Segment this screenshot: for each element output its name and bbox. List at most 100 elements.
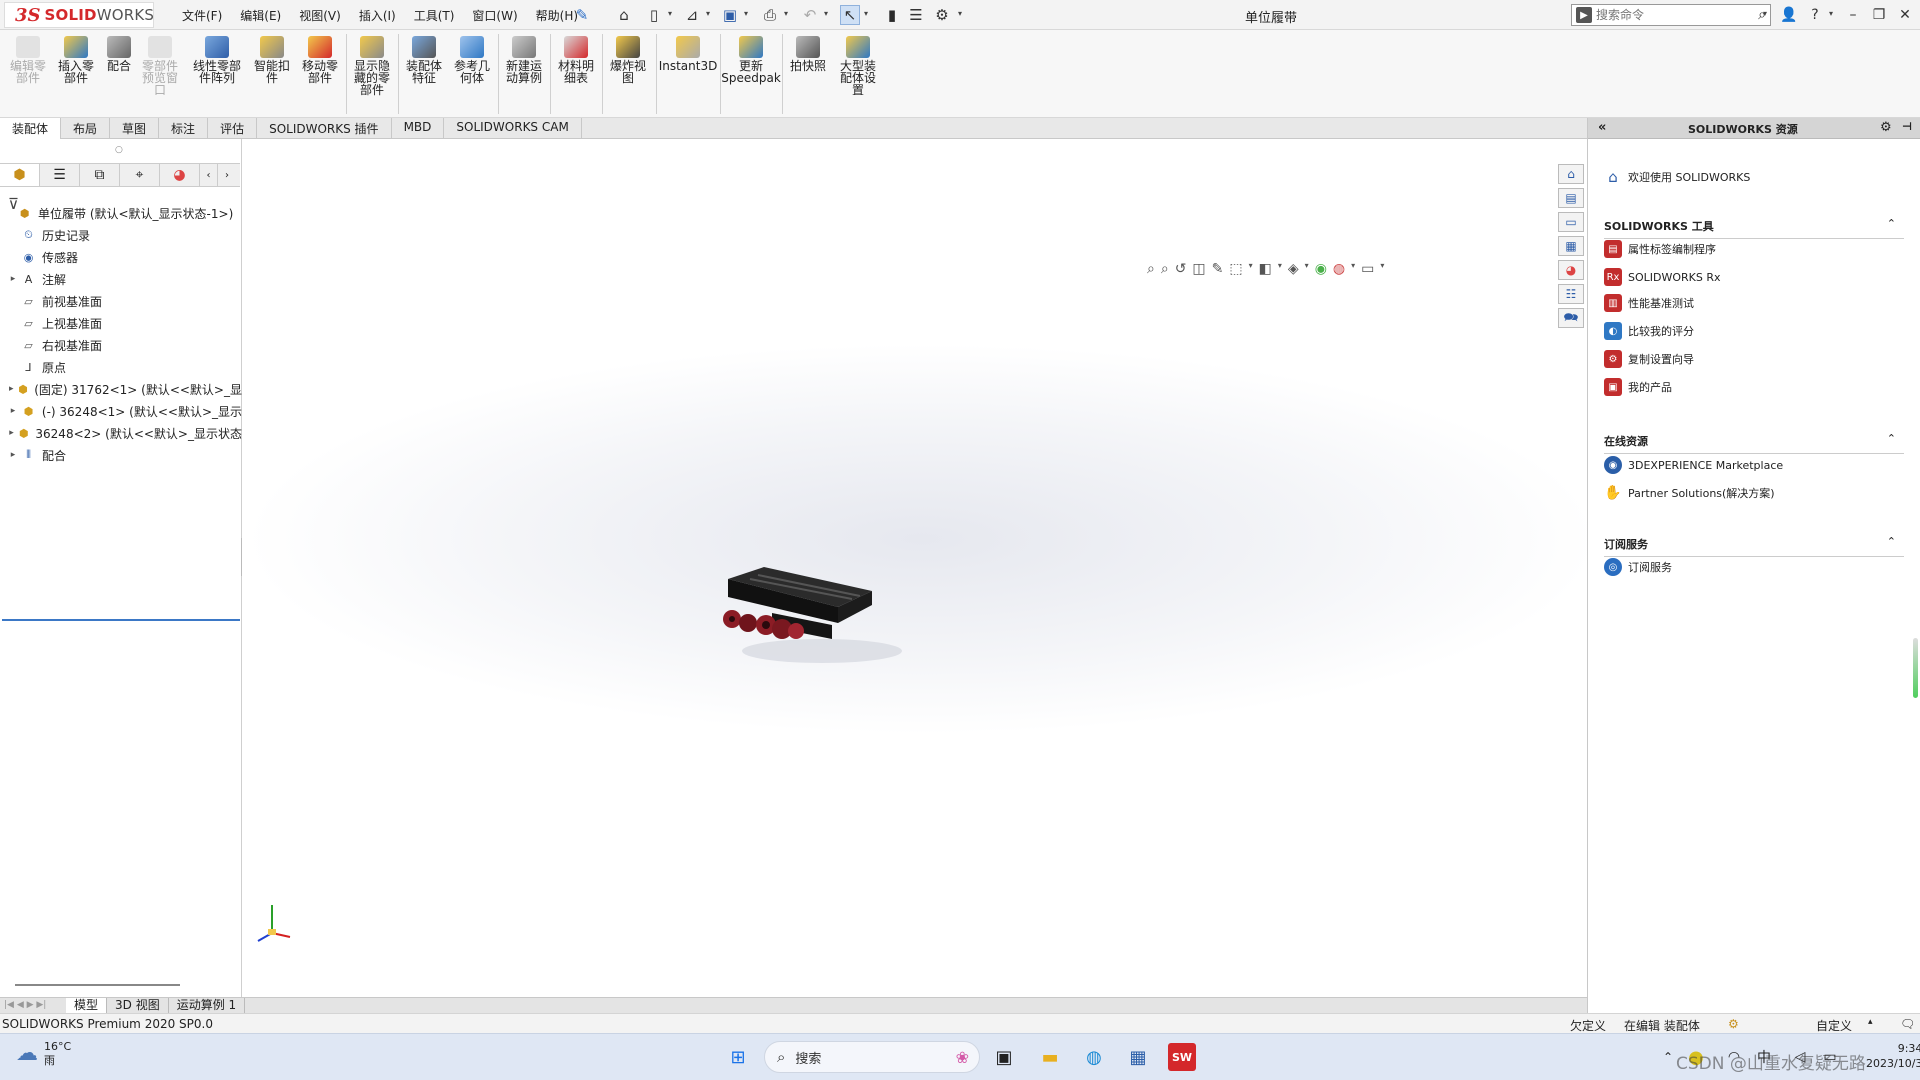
file-properties-icon[interactable]: ☰: [906, 5, 926, 25]
mate-button[interactable]: 配合: [102, 36, 136, 72]
tab-sketch[interactable]: 草图: [110, 118, 159, 139]
system-clock[interactable]: 9:34 2023/10/3: [1866, 1041, 1920, 1071]
chevron-down-icon[interactable]: ▾: [1278, 261, 1282, 277]
zoom-to-fit-icon[interactable]: ⌕: [1147, 261, 1155, 277]
edge-browser-icon[interactable]: ◍: [1080, 1043, 1108, 1071]
restore-icon[interactable]: ❐: [1868, 4, 1890, 26]
bill-of-materials-button[interactable]: 材料明 细表: [554, 36, 598, 84]
file-explorer-icon[interactable]: ▭: [1558, 212, 1584, 232]
expand-arrow-icon[interactable]: ▸: [6, 274, 20, 284]
tree-item[interactable]: ⅃原点: [0, 356, 242, 378]
tools-section-header[interactable]: SOLIDWORKS 工具 ⌃: [1604, 218, 1904, 239]
chevron-down-icon[interactable]: ▾: [744, 9, 748, 18]
design-library-icon[interactable]: ▤: [1558, 188, 1584, 208]
assembly-features-button[interactable]: 装配体 特征: [402, 36, 446, 84]
tab-model[interactable]: 模型: [66, 998, 107, 1013]
chevron-up-icon[interactable]: ⌃: [1887, 432, 1896, 445]
undo-icon[interactable]: ↶: [800, 5, 820, 25]
dynamic-annotation-icon[interactable]: ✎: [1212, 261, 1224, 277]
select-cursor-icon[interactable]: ↖: [840, 5, 860, 25]
task-view-icon[interactable]: ▣: [990, 1043, 1018, 1071]
tree-item[interactable]: ▱上视基准面: [0, 312, 242, 334]
configuration-manager-tab-icon[interactable]: ⧉: [80, 164, 120, 186]
new-document-icon[interactable]: ▯: [644, 5, 664, 25]
forum-icon[interactable]: 🗪: [1558, 308, 1584, 328]
tab-cam[interactable]: SOLIDWORKS CAM: [444, 118, 581, 139]
chevron-down-icon[interactable]: ▾: [668, 9, 672, 18]
tab-mbd[interactable]: MBD: [392, 118, 445, 139]
reference-geometry-button[interactable]: 参考几 何体: [450, 36, 494, 84]
save-icon[interactable]: ▣: [720, 5, 740, 25]
menu-edit[interactable]: 编辑(E): [238, 6, 283, 25]
take-snapshot-button[interactable]: 拍快照: [786, 36, 830, 72]
hide-show-items-icon[interactable]: ◈: [1288, 261, 1299, 277]
units-selector[interactable]: 自定义: [1816, 1017, 1852, 1034]
traffic-light-icon[interactable]: ▮: [882, 5, 902, 25]
chevron-down-icon[interactable]: ▾: [958, 9, 962, 18]
chevron-down-icon[interactable]: ▾: [784, 9, 788, 18]
property-tab-builder-link[interactable]: ▤ 属性标签编制程序: [1604, 240, 1716, 258]
tab-layout[interactable]: 布局: [61, 118, 110, 139]
pin-icon[interactable]: ⊣: [1902, 120, 1912, 133]
menu-view[interactable]: 视图(V): [297, 6, 343, 25]
rebuild-icon[interactable]: ⚙: [1728, 1017, 1739, 1031]
chevron-down-icon[interactable]: ▾: [824, 9, 828, 18]
tab-markup[interactable]: 标注: [159, 118, 208, 139]
tree-item[interactable]: ◉传感器: [0, 246, 242, 268]
home-icon[interactable]: ⌂: [1558, 164, 1584, 184]
vertical-scrollbar[interactable]: [1913, 638, 1918, 698]
weather-widget[interactable]: ☁ 16°C 雨: [16, 1040, 71, 1068]
tree-item[interactable]: ▸⬢(-) 36248<1> (默认<<默认>_显示: [0, 400, 242, 422]
solidworks-taskbar-icon[interactable]: SW: [1168, 1043, 1196, 1071]
compare-score-link[interactable]: ◐ 比较我的评分: [1604, 322, 1694, 340]
show-hidden-components-button[interactable]: 显示隐 藏的零 部件: [350, 36, 394, 96]
edit-appearance-icon[interactable]: ◉: [1315, 261, 1327, 277]
linear-pattern-button[interactable]: 线性零部 件阵列: [186, 36, 248, 84]
chevron-down-icon[interactable]: ▾: [706, 9, 710, 18]
tree-item[interactable]: ▸⦀配合: [0, 444, 242, 466]
exploded-view-button[interactable]: 爆炸视 图: [606, 36, 650, 84]
chevron-down-icon[interactable]: ▾: [1763, 9, 1767, 18]
print-icon[interactable]: ⎙: [760, 5, 780, 25]
tree-item[interactable]: ⏲历史记录: [0, 224, 242, 246]
move-component-button[interactable]: 移动零 部件: [298, 36, 342, 84]
chevron-down-icon[interactable]: ▾: [864, 9, 868, 18]
view-palette-icon[interactable]: ▦: [1558, 236, 1584, 256]
welcome-link[interactable]: ⌂ 欢迎使用 SOLIDWORKS: [1604, 168, 1750, 186]
smart-fastener-button[interactable]: 智能扣 件: [250, 36, 294, 84]
tab-addins[interactable]: SOLIDWORKS 插件: [257, 118, 391, 139]
expand-arrow-icon[interactable]: ▸: [6, 406, 20, 416]
graphics-area[interactable]: ⌕ ⌕ ↺ ◫ ✎ ⬚ ▾ ◧ ▾ ◈ ▾ ◉ ◍ ▾ ▭ ▾: [242, 139, 1587, 997]
dimxpert-tab-icon[interactable]: ⌖: [120, 164, 160, 186]
scroll-left-icon[interactable]: ‹: [200, 164, 218, 186]
tree-item[interactable]: ▱前视基准面: [0, 290, 242, 312]
store-icon[interactable]: ▦: [1124, 1043, 1152, 1071]
open-folder-icon[interactable]: ⊿: [682, 5, 702, 25]
solidworks-logo[interactable]: 3S SOLIDWORKS: [4, 2, 154, 28]
custom-properties-icon[interactable]: ☷: [1558, 284, 1584, 304]
section-view-icon[interactable]: ◫: [1192, 261, 1205, 277]
comment-icon[interactable]: 🗨: [1900, 1017, 1915, 1031]
large-assembly-settings-button[interactable]: 大型装 配体设 置: [834, 36, 882, 96]
tree-item[interactable]: ⬢单位履带 (默认<默认_显示状态-1>): [0, 202, 242, 224]
gear-icon[interactable]: ⚙: [932, 5, 952, 25]
rollback-bar[interactable]: [2, 619, 240, 621]
tab-3d-view[interactable]: 3D 视图: [107, 998, 169, 1013]
search-input[interactable]: [1596, 8, 1736, 22]
view-settings-icon[interactable]: ▭: [1361, 261, 1374, 277]
expand-arrow-icon[interactable]: ▸: [6, 428, 17, 438]
tree-item[interactable]: ▱右视基准面: [0, 334, 242, 356]
menu-file[interactable]: 文件(F): [180, 6, 224, 25]
chevron-down-icon[interactable]: ▾: [1351, 261, 1355, 277]
subscription-header[interactable]: 订阅服务 ⌃: [1604, 536, 1904, 557]
partner-solutions-link[interactable]: ✋ Partner Solutions(解决方案): [1604, 484, 1775, 502]
tab-navigation-icons[interactable]: |◀ ◀ ▶ ▶|: [0, 998, 66, 1013]
horizontal-scrollbar[interactable]: [15, 984, 180, 986]
appearances-icon[interactable]: ◕: [1558, 260, 1584, 280]
track-unit-model[interactable]: [712, 559, 902, 669]
tree-item[interactable]: ▸⬢(固定) 31762<1> (默认<<默认>_显: [0, 378, 242, 400]
collapse-icon[interactable]: «: [1598, 120, 1606, 135]
edit-component-button[interactable]: 编辑零 部件: [6, 36, 50, 84]
tree-item[interactable]: ▸A注解: [0, 268, 242, 290]
expand-arrow-icon[interactable]: ▸: [6, 384, 17, 394]
